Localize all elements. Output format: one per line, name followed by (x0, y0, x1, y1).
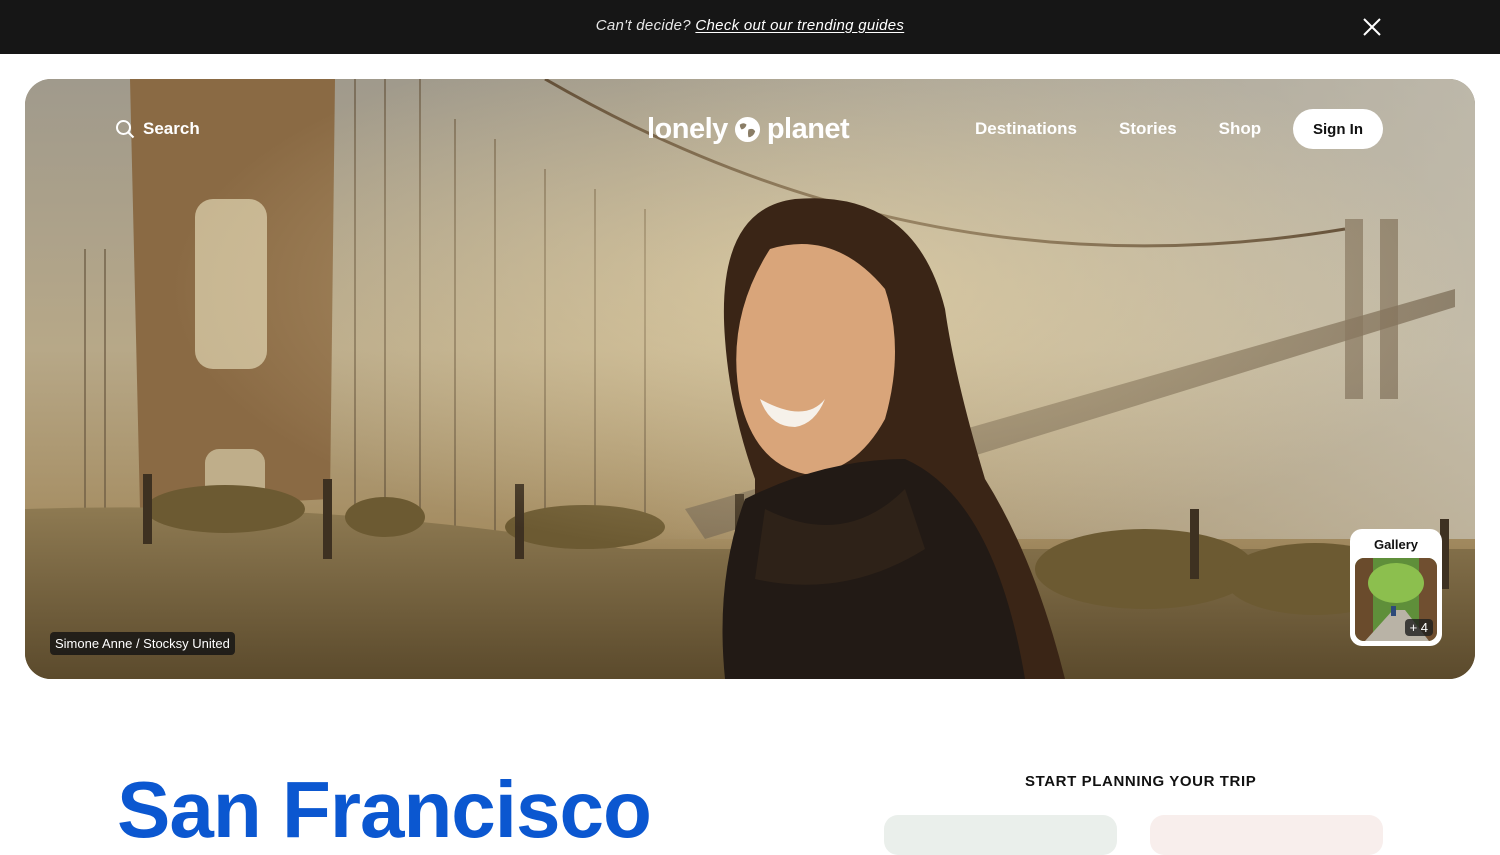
hero-section: Search lonely planet Destinations Storie… (25, 79, 1475, 679)
sign-in-button[interactable]: Sign In (1293, 109, 1383, 149)
globe-icon (734, 116, 760, 142)
gallery-button[interactable]: Gallery + 4 (1350, 529, 1442, 646)
gallery-thumbnail: + 4 (1355, 558, 1437, 641)
search-icon (116, 120, 135, 139)
nav-shop[interactable]: Shop (1219, 119, 1262, 139)
gallery-label: Gallery (1373, 537, 1419, 552)
nav-stories[interactable]: Stories (1119, 119, 1177, 139)
close-icon[interactable] (1360, 15, 1384, 39)
gallery-count: + 4 (1404, 619, 1433, 636)
announcement-prefix: Can't decide? (595, 17, 691, 34)
planning-card[interactable] (884, 815, 1117, 855)
logo-text-left: lonely (647, 112, 728, 145)
search-label: Search (143, 119, 200, 138)
main-nav: Destinations Stories Shop (975, 119, 1261, 139)
lonely-planet-logo[interactable]: lonely planet (647, 109, 850, 149)
trending-guides-link[interactable]: Check out our trending guides (695, 17, 904, 34)
page-title: San Francisco (117, 765, 652, 854)
photo-credit: Simone Anne / Stocksy United (50, 632, 235, 655)
planning-heading: START PLANNING YOUR TRIP (1025, 773, 1257, 790)
search-button[interactable]: Search (115, 118, 200, 140)
hero-photo (25, 79, 1475, 679)
planning-card[interactable] (1150, 815, 1383, 855)
announcement-bar: Can't decide? Check out our trending gui… (0, 0, 1500, 54)
announcement-message: Can't decide? Check out our trending gui… (0, 17, 1500, 34)
logo-text-right: planet (766, 112, 850, 145)
nav-destinations[interactable]: Destinations (975, 119, 1077, 139)
